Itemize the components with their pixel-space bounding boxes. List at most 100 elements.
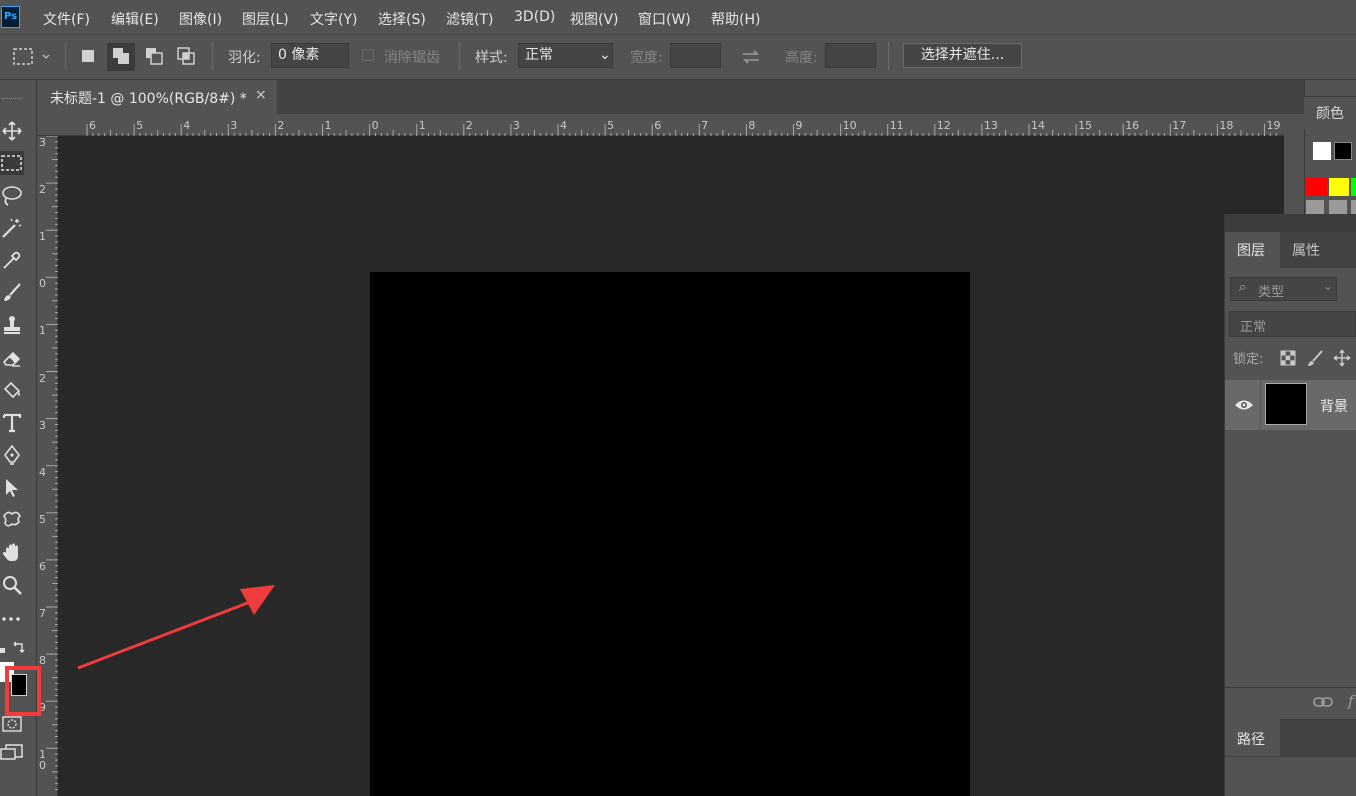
menu-3d[interactable]: 3D(D) [514,9,555,25]
ruler-label: 8 [39,654,46,668]
menu-help[interactable]: 帮助(H) [711,9,760,29]
horizontal-ruler[interactable]: 6 5 4 3 2 1 0 1 2 3 4 5 6 7 8 9 10 11 12 13 14 15 16 17 18 19 [37,114,1284,136]
brush-tool-icon[interactable] [0,281,24,305]
antialias-checkbox[interactable] [362,49,374,61]
swap-width-height-icon[interactable] [740,47,762,67]
default-colors-icon[interactable] [0,640,10,653]
annotation-arrow [77,585,275,670]
ruler-label: 13 [983,119,998,132]
tool-preset-picker[interactable] [12,46,50,68]
layers-tab-label: 图层 [1237,243,1265,259]
move-tool-icon[interactable] [0,119,24,143]
path-selection-tool-icon[interactable] [0,476,24,500]
screen-mode-icon[interactable] [0,742,24,764]
pen-tool-icon[interactable] [0,443,24,467]
menu-select[interactable]: 选择(S) [378,9,426,29]
swatch-gray[interactable] [1329,200,1347,214]
ruler-label: 1 [39,230,46,244]
link-layers-icon[interactable] [1313,694,1335,710]
eye-visibility-icon[interactable] [1234,397,1254,411]
chevron-down-icon: ⌄ [599,47,611,63]
lock-transparent-pixels-icon[interactable] [1280,350,1296,366]
swatch-gray[interactable] [1306,200,1324,214]
layers-panel-titlebar[interactable] [1225,214,1356,232]
layer-name[interactable]: 背景 [1320,396,1348,416]
subtract-from-selection-icon[interactable] [144,46,164,66]
rectangular-marquee-tool-icon[interactable] [0,151,24,175]
hand-tool-icon[interactable] [0,541,24,565]
ruler-label: 15 [1078,119,1093,132]
menu-file[interactable]: 文件(F) [43,9,90,29]
menu-type[interactable]: 文字(Y) [310,9,357,29]
ruler-label: 0 [371,119,379,132]
custom-shape-tool-icon[interactable] [0,508,24,532]
menu-filter[interactable]: 滤镜(T) [446,9,493,29]
layer-thumbnail[interactable] [1265,383,1307,425]
lasso-tool-icon[interactable] [0,184,24,208]
swatch-gray[interactable] [1351,200,1356,214]
paint-bucket-tool-icon[interactable] [0,378,24,402]
document-tab-label: 未标题-1 @ 100%(RGB/8#) * [50,91,247,107]
intersect-selection-icon[interactable] [176,46,196,66]
ruler-label: 6 [654,119,662,132]
eyedropper-tool-icon[interactable] [0,248,24,272]
quick-mask-icon[interactable] [2,713,22,733]
magic-wand-tool-icon[interactable] [0,216,24,240]
ruler-label: 6 [39,559,46,573]
swap-colors-icon[interactable] [12,640,26,654]
menu-window[interactable]: 窗口(W) [638,9,691,29]
ruler-label: 3 [39,418,46,432]
layer-style-fx-icon[interactable]: f [1348,692,1354,710]
separator [1225,687,1356,688]
more-tools-icon[interactable] [0,606,24,630]
ruler-label: 19 [1266,119,1281,132]
ruler-label: 7 [701,119,709,132]
ruler-label: 16 [1125,119,1140,132]
clone-stamp-tool-icon[interactable] [0,313,24,337]
swatch-green[interactable] [1351,178,1356,196]
ruler-label: 18 [1219,119,1234,132]
search-icon: ⌕ [1239,280,1247,295]
new-selection-icon[interactable] [80,48,96,64]
rect-marquee-preset-icon [13,48,50,65]
select-and-mask-button[interactable]: 选择并遮住... [903,43,1022,68]
swatch-white[interactable] [1313,142,1331,160]
feather-input[interactable]: 0 像素 [271,43,349,68]
toolbar-grip[interactable] [2,98,22,101]
layers-panel [1224,214,1356,796]
style-select[interactable]: 正常 ⌄ [518,43,613,68]
ruler-label: 3 [230,119,238,132]
document-tab[interactable]: 未标题-1 @ 100%(RGB/8#) * × [37,80,277,114]
menu-layer[interactable]: 图层(L) [242,9,289,29]
photoshop-logo-icon[interactable]: Ps [1,6,20,28]
eraser-tool-icon[interactable] [0,346,24,370]
ruler-label: 4 [183,119,191,132]
zoom-tool-icon[interactable] [0,573,24,597]
menu-view[interactable]: 视图(V) [570,9,619,29]
ruler-label: 10 [39,748,46,773]
document-canvas[interactable] [370,272,970,796]
menu-edit[interactable]: 编辑(E) [111,9,159,29]
layer-filter-select[interactable]: ⌕ 类型 ⌄ [1230,277,1337,301]
type-tool-icon[interactable] [0,411,24,435]
lock-position-icon[interactable] [1333,349,1351,367]
ruler-label: 6 [89,119,96,132]
annotation-highlight-box [5,666,41,716]
tab-properties[interactable]: 属性 [1292,240,1320,260]
add-to-selection-icon[interactable] [107,43,135,71]
layer-filter-value: 类型 [1258,285,1285,300]
ruler-label: 3 [512,119,520,132]
close-icon[interactable]: × [255,87,267,103]
lock-image-pixels-icon[interactable] [1306,349,1324,367]
swatch-black[interactable] [1334,142,1352,160]
height-input[interactable] [825,43,876,68]
swatch-red[interactable] [1306,178,1327,196]
swatch-yellow[interactable] [1329,178,1349,196]
height-label: 高度: [785,50,818,66]
ruler-label: 4 [39,465,46,479]
width-input[interactable] [670,43,721,68]
ruler-label: 14 [1031,119,1045,132]
ruler-label: 1 [418,119,426,132]
menu-image[interactable]: 图像(I) [179,9,222,29]
blend-mode-select[interactable]: 正常 [1229,311,1356,337]
